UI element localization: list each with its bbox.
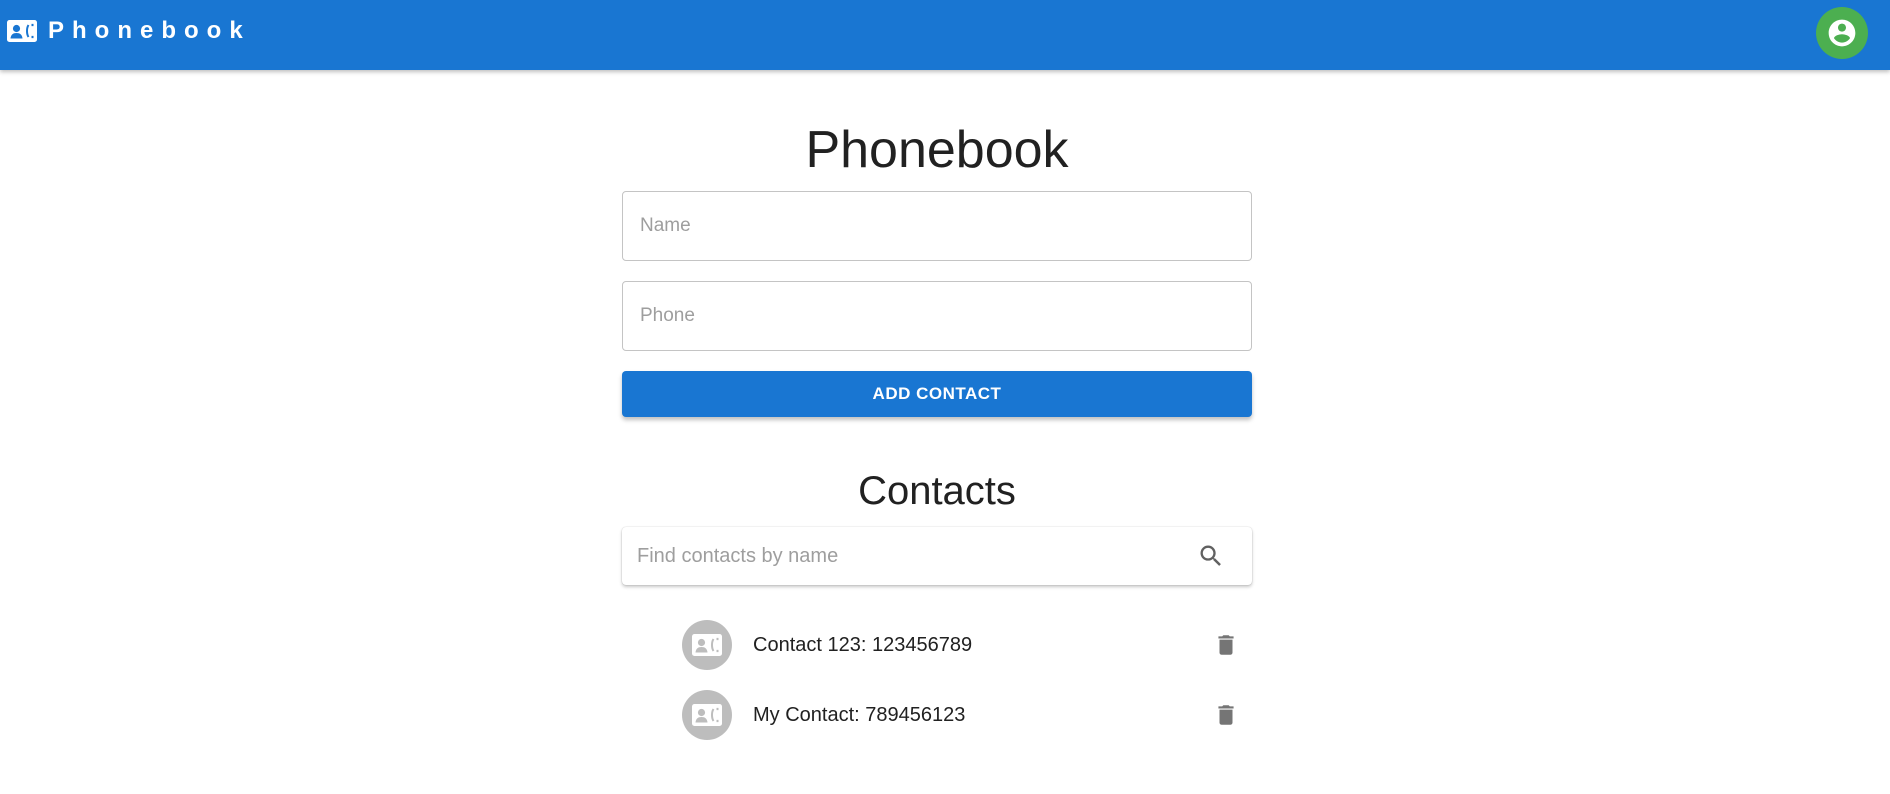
trash-icon (1218, 635, 1234, 655)
contacts-heading: Contacts (858, 469, 1016, 513)
delete-contact-button[interactable] (1208, 697, 1244, 733)
account-circle-icon (1828, 19, 1856, 47)
contact-list-item: My Contact: 789456123 (682, 680, 1252, 750)
contact-list: Contact 123: 123456789 My Contact: 78945… (682, 610, 1252, 750)
page-title: Phonebook (805, 121, 1069, 179)
contact-card-icon (692, 704, 722, 726)
account-button[interactable] (1816, 7, 1868, 59)
contact-list-item: Contact 123: 123456789 (682, 610, 1252, 680)
contact-card-icon (7, 20, 37, 42)
phone-field[interactable] (622, 281, 1252, 351)
contact-avatar (682, 620, 732, 670)
add-contact-button[interactable]: ADD CONTACT (622, 371, 1252, 417)
contact-label: Contact 123: 123456789 (753, 633, 973, 656)
phone-input[interactable] (623, 282, 1251, 350)
contact-label: My Contact: 789456123 (753, 703, 966, 726)
app-bar: Phonebook (0, 0, 1890, 70)
name-field[interactable] (622, 191, 1252, 261)
contact-avatar (682, 690, 732, 740)
search-bar (622, 527, 1252, 585)
search-button[interactable] (1187, 532, 1235, 580)
contact-card-icon (692, 634, 722, 656)
brand[interactable]: Phonebook (7, 18, 251, 44)
search-icon (1200, 545, 1221, 566)
delete-contact-button[interactable] (1208, 627, 1244, 663)
search-input[interactable] (622, 527, 1187, 585)
name-input[interactable] (623, 192, 1251, 260)
trash-icon (1218, 705, 1234, 725)
app-title: Phonebook (48, 17, 251, 44)
